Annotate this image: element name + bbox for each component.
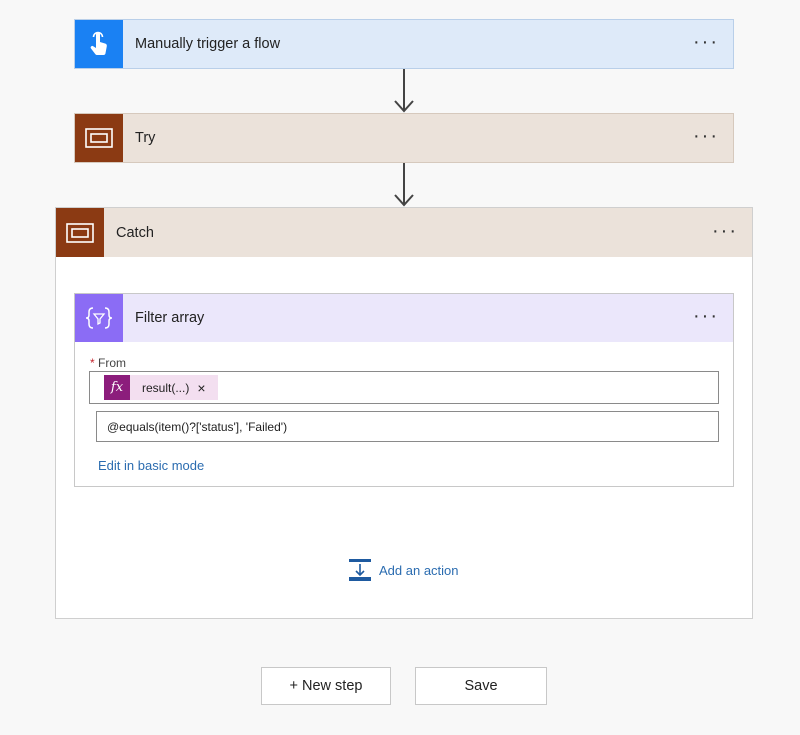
new-step-button[interactable]: + New step — [261, 667, 391, 705]
save-button[interactable]: Save — [415, 667, 547, 705]
try-icon-box — [75, 114, 123, 162]
connector-arrow-1 — [394, 69, 414, 113]
connector-arrow-2 — [394, 163, 414, 207]
try-header[interactable]: Try ··· — [75, 114, 733, 162]
trigger-card[interactable]: Manually trigger a flow ··· — [74, 19, 734, 69]
trigger-header[interactable]: Manually trigger a flow ··· — [75, 20, 733, 68]
trigger-icon-box — [75, 20, 123, 68]
expression-text: @equals(item()?['status'], 'Failed') — [107, 419, 288, 434]
scope-icon — [85, 128, 113, 148]
filter-array-card: Filter array ··· * From fx result(...) ×… — [74, 293, 734, 487]
expression-token[interactable]: fx result(...) × — [104, 375, 218, 400]
from-input[interactable]: fx result(...) × — [89, 371, 719, 404]
required-marker: * — [90, 356, 95, 370]
filter-array-more-button[interactable]: ··· — [691, 305, 721, 331]
catch-header[interactable]: Catch ··· — [56, 208, 752, 257]
fx-icon: fx — [104, 375, 130, 400]
scope-icon — [66, 222, 94, 243]
catch-title: Catch — [116, 224, 154, 241]
touch-hand-icon — [90, 31, 107, 56]
expression-input[interactable]: @equals(item()?['status'], 'Failed') — [96, 411, 719, 442]
try-title: Try — [135, 130, 156, 146]
catch-scope: Catch ··· Filter array ··· * From fx res… — [55, 207, 753, 619]
filter-array-icon — [85, 307, 113, 329]
token-remove-button[interactable]: × — [197, 380, 205, 396]
filter-array-header[interactable]: Filter array ··· — [75, 294, 733, 342]
token-label: result(...) — [142, 380, 190, 395]
trigger-title: Manually trigger a flow — [135, 36, 281, 52]
filter-array-icon-box — [75, 294, 123, 342]
from-label: * From — [90, 356, 126, 370]
add-an-action-button[interactable]: Add an action — [348, 558, 459, 582]
try-more-button[interactable]: ··· — [691, 125, 721, 151]
from-label-text: From — [98, 356, 127, 370]
add-action-icon — [349, 559, 371, 581]
add-an-action-label: Add an action — [379, 562, 459, 578]
try-card[interactable]: Try ··· — [74, 113, 734, 163]
edit-in-basic-mode-link[interactable]: Edit in basic mode — [98, 458, 204, 473]
catch-more-button[interactable]: ··· — [710, 220, 740, 246]
filter-array-title: Filter array — [135, 310, 205, 326]
catch-icon-box — [56, 208, 104, 257]
trigger-more-button[interactable]: ··· — [691, 31, 721, 57]
